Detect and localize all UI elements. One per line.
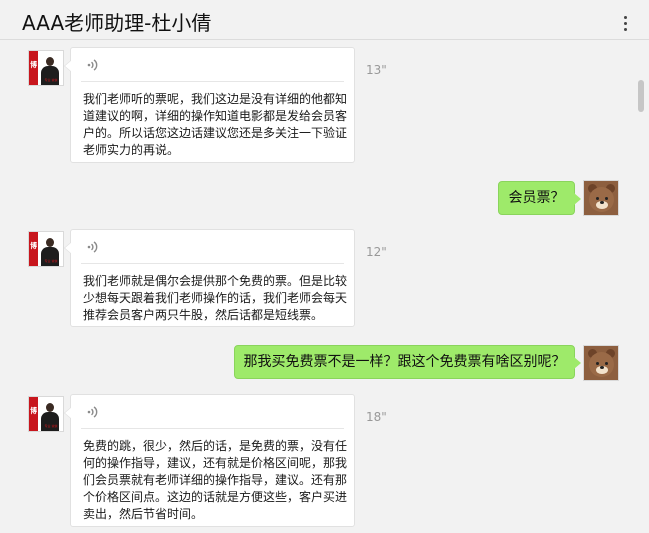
voice-wave-icon	[87, 406, 98, 418]
my-message-bubble[interactable]: 那我买免费票不是一样？跟这个免费票有啥区别呢？	[234, 345, 581, 379]
divider	[81, 81, 344, 82]
voice-duration: 13"	[366, 63, 387, 77]
teacher-avatar[interactable]: 博 专业·诚信	[28, 50, 64, 86]
voice-wave-icon	[87, 241, 98, 253]
voice-wave-icon	[87, 59, 98, 71]
voice-duration: 12"	[366, 245, 387, 259]
voice-message[interactable]: 免费的跳，很少，然后的话，是免费的票，没有任 何的操作指导，建议，还有就是价格区间…	[64, 394, 355, 527]
transcript: 我们老师听的票呢，我们这边是没有详细的他都知 道建议的啊，详细的操作知道电影都是发…	[83, 92, 348, 157]
chat-title: AAA老师助理-杜小倩	[22, 11, 212, 35]
voice-duration: 18"	[366, 410, 387, 424]
brown-bear-avatar-icon[interactable]	[583, 180, 619, 216]
my-message-bubble[interactable]: 会员票？	[498, 181, 581, 215]
voice-message[interactable]: 我们老师就是偶尔会提供那个免费的票。但是比较 少想每天跟着我们老师操作的话，我们老…	[64, 229, 355, 327]
more-vertical-icon[interactable]	[619, 14, 633, 34]
transcript: 我们老师就是偶尔会提供那个免费的票。但是比较 少想每天跟着我们老师操作的话，我们老…	[83, 274, 348, 322]
chat-header: AAA老师助理-杜小倩	[0, 0, 649, 40]
scrollbar[interactable]	[635, 70, 647, 533]
voice-message[interactable]: 我们老师听的票呢，我们这边是没有详细的他都知 道建议的啊，详细的操作知道电影都是发…	[64, 47, 355, 163]
transcript: 免费的跳，很少，然后的话，是免费的票，没有任 何的操作指导，建议，还有就是价格区间…	[83, 439, 348, 521]
divider	[81, 428, 344, 429]
scrollbar-thumb[interactable]	[638, 80, 644, 112]
brown-bear-avatar-icon[interactable]	[583, 345, 619, 381]
teacher-avatar[interactable]: 博 专业·诚信	[28, 396, 64, 432]
divider	[81, 263, 344, 264]
teacher-avatar[interactable]: 博 专业·诚信	[28, 231, 64, 267]
